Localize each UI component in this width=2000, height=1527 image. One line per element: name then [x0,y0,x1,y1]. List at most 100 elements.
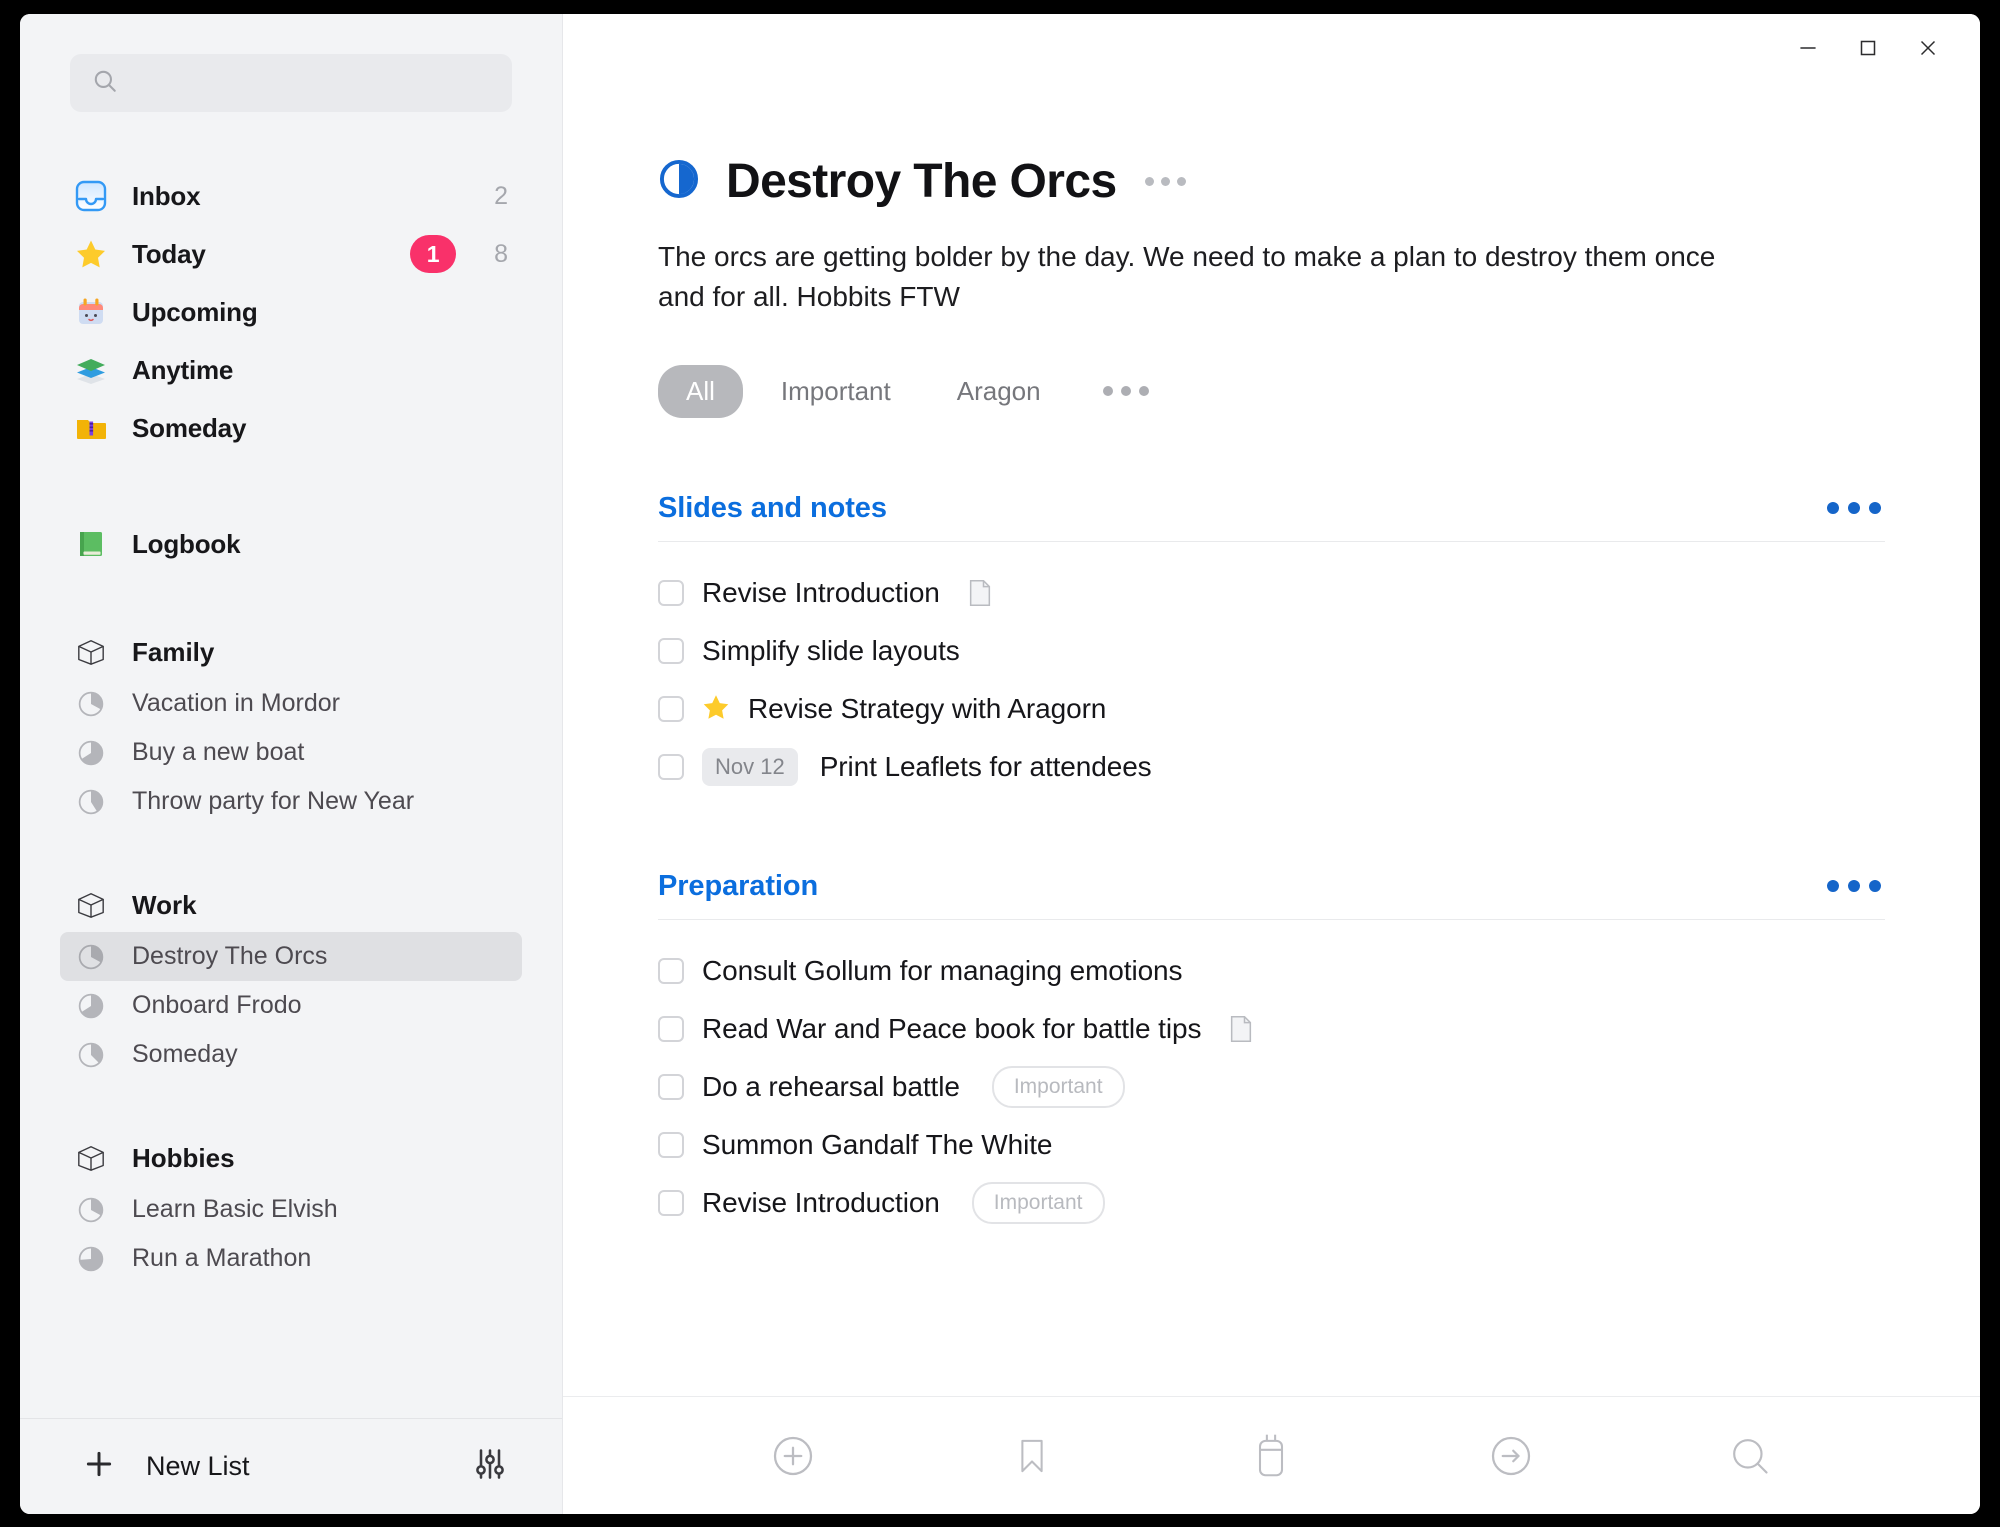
todo-item[interactable]: Revise Introduction Important [658,1174,1885,1232]
section-menu-button[interactable] [1823,494,1885,522]
window-close-button[interactable] [1898,25,1958,71]
search-input[interactable] [132,70,490,96]
open-box-icon [74,1141,108,1175]
sidebar-item-label: Logbook [132,528,241,559]
schedule-calendar-button[interactable] [1236,1421,1306,1491]
window-minimize-button[interactable] [1778,25,1838,71]
filter-chip-aragon[interactable]: Aragon [929,365,1069,418]
more-horizontal-icon-dot [1176,177,1186,186]
sidebar-project-learn-basic-elvish[interactable]: Learn Basic Elvish [60,1185,522,1234]
todo-label: Revise Introduction [702,1186,940,1218]
todo-item[interactable]: Revise Introduction [658,564,1885,622]
filter-chip-important[interactable]: Important [753,365,919,418]
archive-box-icon [74,411,108,445]
sidebar-project-vacation-in-mordor[interactable]: Vacation in Mordor [60,679,522,728]
today-count: 8 [494,239,508,268]
window-maximize-button[interactable] [1838,25,1898,71]
progress-pie-icon [74,1242,108,1276]
new-list-button[interactable]: New List [146,1451,442,1482]
more-horizontal-icon-dot [1827,502,1839,514]
todo-list: Consult Gollum for managing emotions Rea… [658,942,1885,1232]
plus-icon[interactable] [82,1447,116,1486]
open-box-icon [74,635,108,669]
todo-checkbox[interactable] [658,695,684,722]
todo-item[interactable]: Do a rehearsal battle Important [658,1058,1885,1116]
sidebar-item-someday[interactable]: Someday [60,399,522,457]
sidebar-item-inbox[interactable]: Inbox 2 [60,167,522,225]
todo-item[interactable]: Simplify slide layouts [658,622,1885,680]
bookmark-button[interactable] [997,1421,1067,1491]
todo-checkbox[interactable] [658,1189,684,1216]
search-button[interactable] [1715,1421,1785,1491]
todo-label: Print Leaflets for attendees [819,750,1152,782]
search-box[interactable] [70,54,512,112]
progress-pie-icon [74,1193,108,1227]
project-label: Onboard Frodo [132,991,302,1019]
sidebar-scroll-area: Inbox 2 Today 1 8 Upcoming Anytime Somed… [20,14,562,1418]
more-horizontal-icon-dot [1869,880,1881,892]
project-label: Destroy The Orcs [132,942,328,970]
sidebar: Inbox 2 Today 1 8 Upcoming Anytime Somed… [20,14,563,1514]
open-box-icon [74,888,108,922]
todo-checkbox[interactable] [658,753,684,780]
progress-pie-icon [74,687,108,721]
todo-item[interactable]: Nov 12 Print Leaflets for attendees [658,738,1885,796]
sidebar-project-destroy-the-orcs[interactable]: Destroy The Orcs [60,932,522,981]
todo-checkbox[interactable] [658,1073,684,1100]
sidebar-group-work[interactable]: Work [60,878,522,932]
move-button[interactable] [1476,1421,1546,1491]
project-description[interactable]: The orcs are getting bolder by the day. … [658,237,1748,317]
sidebar-project-onboard-frodo[interactable]: Onboard Frodo [60,981,522,1030]
search-container [20,14,562,112]
todo-checkbox[interactable] [658,1131,684,1158]
more-horizontal-icon-dot [1120,386,1131,396]
todo-tag-badge[interactable]: Important [991,1065,1125,1108]
todo-date-badge[interactable]: Nov 12 [702,747,798,786]
star-icon [702,693,730,725]
todo-item[interactable]: Revise Strategy with Aragorn [658,680,1885,738]
sidebar-item-label: Upcoming [132,296,258,327]
todo-checkbox[interactable] [658,579,684,606]
sidebar-project-someday[interactable]: Someday [60,1030,522,1079]
section-menu-button[interactable] [1823,872,1885,900]
section-slides-and-notes: Slides and notes Revise Introduction Sim… [658,492,1885,796]
sidebar-item-anytime[interactable]: Anytime [60,341,522,399]
filter-chip-all[interactable]: All [658,364,743,418]
todo-label: Simplify slide layouts [702,634,960,666]
project-label: Learn Basic Elvish [132,1195,338,1223]
more-horizontal-icon-dot [1848,502,1860,514]
todo-item[interactable]: Summon Gandalf The White [658,1116,1885,1174]
half-circle-progress-icon[interactable] [658,158,700,205]
more-horizontal-icon-dot [1848,880,1860,892]
note-document-icon [968,579,992,607]
section-header: Slides and notes [658,492,1885,542]
todo-checkbox[interactable] [658,957,684,984]
new-todo-button[interactable] [758,1421,828,1491]
sidebar-group-family[interactable]: Family [60,625,522,679]
sidebar-group-hobbies[interactable]: Hobbies [60,1131,522,1185]
sliders-icon[interactable] [472,1446,508,1487]
sidebar-item-logbook[interactable]: Logbook [60,515,522,573]
filter-more-button[interactable] [1097,376,1155,406]
group-label: Hobbies [132,1142,235,1173]
sidebar-project-throw-party-for-new-year[interactable]: Throw party for New Year [60,777,522,826]
todo-item[interactable]: Consult Gollum for managing emotions [658,942,1885,1000]
project-menu-button[interactable] [1143,167,1188,196]
more-horizontal-icon-dot [1102,386,1113,396]
sidebar-item-today[interactable]: Today 1 8 [60,225,522,283]
main-panel: Destroy The Orcs The orcs are getting bo… [563,14,1980,1514]
todo-checkbox[interactable] [658,1015,684,1042]
project-label: Throw party for New Year [132,787,415,815]
todo-tag-badge[interactable]: Important [971,1181,1105,1224]
todo-label: Do a rehearsal battle [702,1070,960,1102]
sidebar-item-upcoming[interactable]: Upcoming [60,283,522,341]
todo-item[interactable]: Read War and Peace book for battle tips [658,1000,1885,1058]
todo-checkbox[interactable] [658,637,684,664]
sidebar-item-label: Inbox [132,180,201,211]
window-titlebar [563,14,1980,82]
sidebar-nav-primary: Inbox 2 Today 1 8 Upcoming Anytime Somed… [20,167,562,625]
todo-label: Consult Gollum for managing emotions [702,954,1183,986]
sidebar-project-run-a-marathon[interactable]: Run a Marathon [60,1234,522,1283]
sidebar-project-buy-a-new-boat[interactable]: Buy a new boat [60,728,522,777]
